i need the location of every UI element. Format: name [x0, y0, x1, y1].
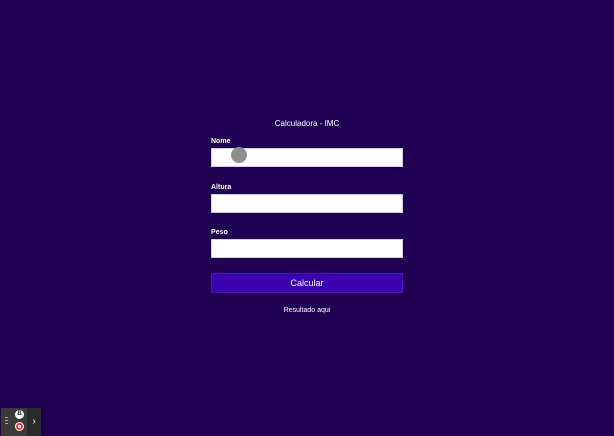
altura-input[interactable] — [211, 194, 403, 213]
peso-label: Peso — [211, 229, 228, 236]
peso-input[interactable] — [211, 239, 403, 258]
nome-label: Nome — [211, 138, 231, 145]
drag-handle-icon[interactable] — [5, 417, 9, 427]
cursor-indicator-icon — [231, 147, 247, 163]
calcular-button[interactable]: Calcular — [211, 273, 403, 293]
result-text: Resultado aqui — [283, 307, 331, 314]
badge-icon: B — [15, 410, 24, 419]
recorder-widget[interactable]: B › — [1, 408, 41, 436]
stop-record-icon[interactable] — [15, 422, 24, 431]
page-title: Calculadora - IMC — [274, 119, 340, 128]
chevron-right-icon[interactable]: › — [27, 408, 41, 436]
recorder-widget-body[interactable]: B — [1, 408, 27, 436]
altura-label: Altura — [211, 184, 232, 191]
